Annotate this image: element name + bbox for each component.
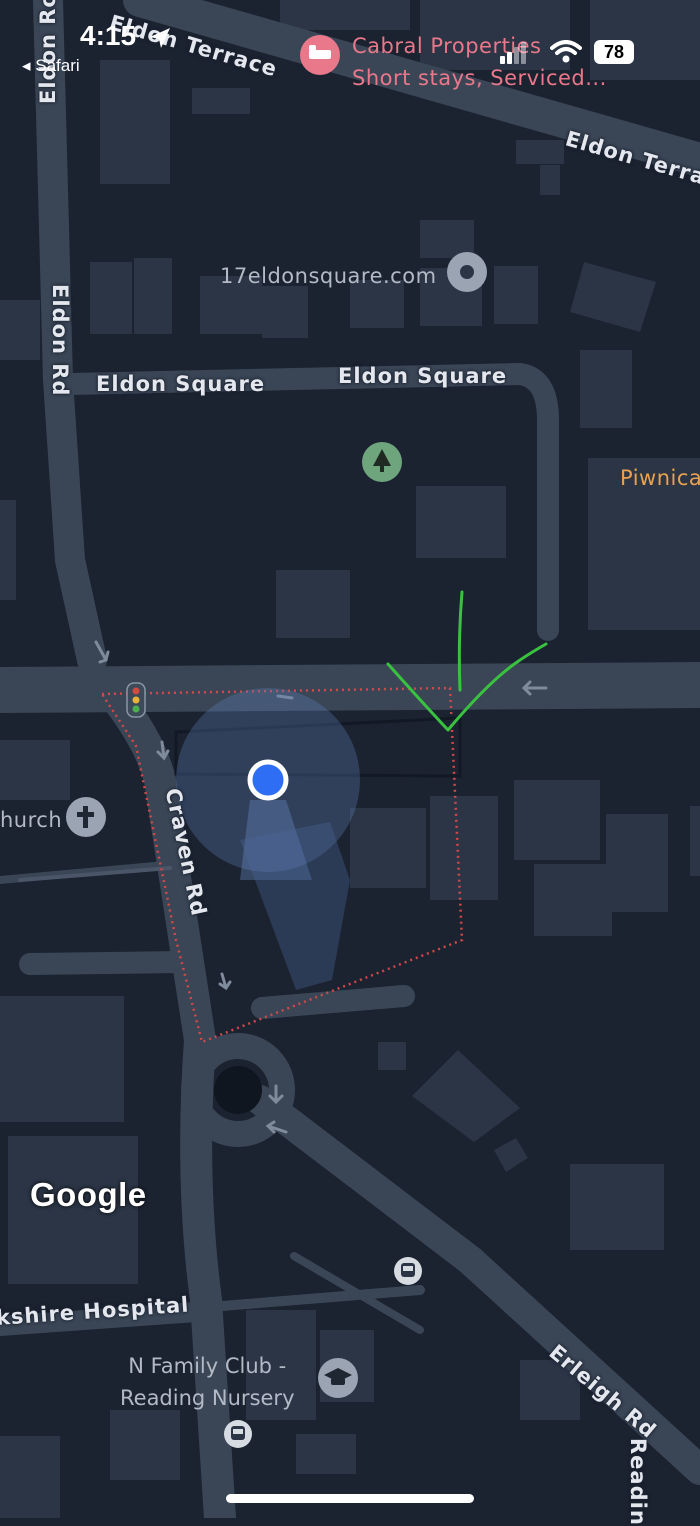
nursery-line-1: N Family Club -: [128, 1354, 287, 1378]
status-bar: 4:15 ◂ Safari 78: [0, 0, 700, 90]
back-label: Safari: [35, 56, 80, 75]
nursery-line-2: Reading Nursery: [120, 1386, 295, 1410]
cellular-signal-icon: [500, 42, 526, 64]
my-location-icon[interactable]: [247, 759, 289, 801]
back-to-safari-link[interactable]: ◂ Safari: [22, 56, 80, 76]
home-indicator[interactable]: [226, 1494, 474, 1503]
wifi-icon: [550, 40, 582, 63]
location-arrow-icon: [150, 28, 170, 48]
tree-icon[interactable]: [362, 442, 402, 482]
google-logo: Google: [30, 1176, 147, 1213]
place-label-website[interactable]: 17eldonsquare.com: [220, 264, 437, 288]
status-time: 4:15: [80, 20, 137, 51]
place-label-nursery[interactable]: N Family Club - Reading Nursery: [120, 1350, 295, 1414]
place-label-piwnica[interactable]: Piwnica: [620, 466, 700, 490]
traffic-light-icon: [126, 682, 146, 718]
cross-icon[interactable]: [66, 797, 106, 837]
road-label-reading: Readin: [626, 1438, 650, 1526]
back-chevron-icon: ◂: [22, 56, 36, 75]
place-label-church[interactable]: hurch: [0, 808, 62, 832]
battery-icon: 78: [594, 40, 634, 64]
map-canvas[interactable]: [0, 0, 700, 1518]
graduation-cap-icon[interactable]: [318, 1358, 358, 1398]
road-label-eldon-square-right: Eldon Square: [338, 364, 508, 388]
road-label-eldon-rd: Eldon Rd: [48, 284, 72, 397]
road-label-eldon-square-left: Eldon Square: [96, 372, 266, 396]
place-dot-icon[interactable]: [447, 252, 487, 292]
bus-icon[interactable]: [394, 1257, 422, 1285]
bus-icon[interactable]: [224, 1420, 252, 1448]
